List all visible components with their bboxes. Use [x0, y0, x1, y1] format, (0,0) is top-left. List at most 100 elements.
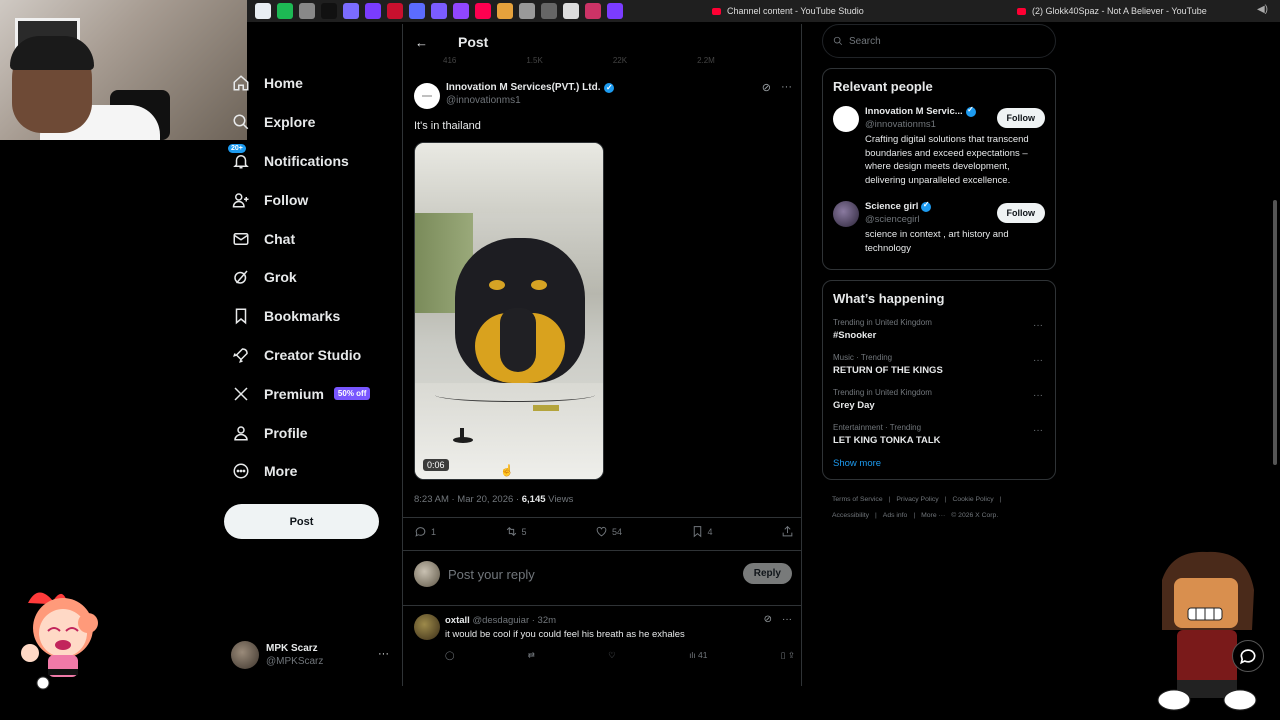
more-icon[interactable]: ··· — [1033, 425, 1043, 436]
reply-submit-button[interactable]: Reply — [742, 563, 792, 584]
post-author[interactable]: Innovation M Services(PVT.) Ltd. — [446, 81, 615, 94]
trend-item[interactable]: Entertainment · Trending LET KING TONKA … — [833, 423, 1045, 446]
browser-extension-icon[interactable] — [563, 3, 579, 19]
post-timestamp[interactable]: 8:23 AM · Mar 20, 2026 · — [414, 494, 522, 505]
sidebar-item-premium[interactable]: Premium 50% off — [224, 374, 394, 413]
repost-button[interactable]: 5 — [505, 525, 527, 538]
volume-icon[interactable]: ◀) — [1257, 4, 1268, 15]
faded-count: 2.2M — [697, 56, 715, 65]
browser-extension-icon[interactable] — [431, 3, 447, 19]
bookmark-share-icons[interactable]: ▯ ⇪ — [781, 650, 795, 661]
trend-item[interactable]: Trending in United Kingdom Grey Day ··· — [833, 388, 1045, 411]
copyright: © 2026 X Corp. — [951, 512, 999, 519]
show-more-link[interactable]: Show more — [833, 458, 1045, 469]
sidebar-item-label: Chat — [264, 230, 296, 247]
more-icon[interactable]: ··· — [378, 648, 389, 660]
person-suggestion[interactable]: Innovation M Servic... @innovationms1 Cr… — [833, 105, 1045, 187]
more-icon[interactable]: ··· — [1033, 320, 1043, 331]
footer-link[interactable]: Privacy Policy — [896, 496, 938, 503]
share-button[interactable] — [781, 525, 794, 538]
browser-extension-icon[interactable] — [343, 3, 359, 19]
sidebar-item-grok[interactable]: Grok — [224, 258, 394, 297]
browser-extension-icon[interactable] — [277, 3, 293, 19]
browser-extension-icon[interactable] — [321, 3, 337, 19]
back-arrow-icon[interactable]: ← — [415, 35, 428, 50]
video-player[interactable]: 0:06 ☝ — [414, 142, 604, 480]
chat-bubble-icon[interactable] — [1232, 640, 1264, 672]
browser-extension-icon[interactable] — [607, 3, 623, 19]
faded-previous-stats: 416 1.5K 22K 2.2M — [443, 56, 791, 65]
browser-extension-icon[interactable] — [365, 3, 381, 19]
follow-button[interactable]: Follow — [996, 203, 1045, 223]
like-button[interactable]: 54 — [595, 525, 622, 538]
more-icon[interactable]: ··· — [781, 81, 792, 94]
account-switcher[interactable]: MPK Scarz @MPKScarz ··· — [231, 640, 391, 670]
trend-item[interactable]: Trending in United Kingdom #Snooker ··· — [833, 318, 1045, 341]
footer-link[interactable]: More ··· — [921, 512, 945, 519]
browser-tab-youtube-studio[interactable]: Channel content - YouTube Studio — [712, 0, 864, 22]
sidebar-item-bookmarks[interactable]: Bookmarks — [224, 297, 394, 336]
sidebar-item-chat[interactable]: Chat — [224, 219, 394, 258]
search-input[interactable]: Search — [822, 24, 1056, 58]
browser-extension-icon[interactable] — [497, 3, 513, 19]
browser-extension-icon[interactable] — [541, 3, 557, 19]
browser-extension-icon[interactable] — [299, 3, 315, 19]
sidebar-item-profile[interactable]: Profile — [224, 413, 394, 452]
grok-icon[interactable]: ⊘ — [764, 614, 772, 625]
browser-tab-youtube-video[interactable]: (2) Glokk40Spaz - Not A Believer - YouTu… — [1017, 0, 1207, 22]
grok-icon[interactable]: ⊘ — [762, 81, 771, 94]
add-user-icon — [232, 191, 250, 209]
footer-link[interactable]: Ads info — [883, 512, 908, 519]
browser-extension-icon[interactable] — [409, 3, 425, 19]
more-icon[interactable]: ··· — [782, 614, 792, 625]
sidebar-item-notifications[interactable]: 20+ Notifications — [224, 142, 394, 181]
views-button[interactable]: ılı 41 — [689, 650, 707, 661]
post-button[interactable]: Post — [224, 504, 379, 539]
sidebar-item-more[interactable]: More — [224, 452, 394, 491]
reply-handle-time: @desdaguiar · 32m — [469, 615, 557, 626]
reply-author[interactable]: oxtall — [445, 615, 470, 626]
reply-icon[interactable]: ◯ — [445, 650, 455, 661]
browser-extension-icon[interactable] — [519, 3, 535, 19]
more-icon[interactable]: ··· — [1033, 390, 1043, 401]
main-column: ← Post 416 1.5K 22K 2.2M Innovation M Se… — [402, 24, 802, 686]
browser-extension-icon[interactable] — [387, 3, 403, 19]
youtube-icon — [712, 7, 721, 15]
repost-icon[interactable]: ⇄ — [528, 650, 535, 661]
sidebar-item-label: Creator Studio — [264, 346, 362, 363]
person-suggestion[interactable]: Science girl @sciencegirl science in con… — [833, 200, 1045, 255]
sidebar-item-follow[interactable]: Follow — [224, 180, 394, 219]
follow-button[interactable]: Follow — [996, 108, 1045, 128]
browser-extension-icon[interactable] — [585, 3, 601, 19]
footer-link[interactable]: Cookie Policy — [952, 496, 993, 503]
footer-link[interactable]: Terms of Service — [832, 496, 883, 503]
footer-link[interactable]: Accessibility — [832, 512, 869, 519]
avatar[interactable] — [414, 83, 440, 109]
like-count: 54 — [612, 526, 623, 537]
more-icon[interactable]: ··· — [1033, 355, 1043, 366]
browser-extension-icon[interactable] — [255, 3, 271, 19]
bookmark-button[interactable]: 4 — [691, 525, 713, 538]
sidebar-item-explore[interactable]: Explore — [224, 103, 394, 142]
trend-category: Entertainment · Trending — [833, 423, 922, 432]
author-handle[interactable]: @innovationms1 — [446, 94, 614, 107]
sidebar-item-creator-studio[interactable]: Creator Studio — [224, 336, 394, 375]
browser-extension-icon[interactable] — [475, 3, 491, 19]
reply-input[interactable]: Post your reply — [448, 567, 535, 582]
extension-icons — [247, 3, 623, 19]
sidebar-item-home[interactable]: Home — [224, 64, 394, 103]
page-title: Post — [458, 34, 489, 50]
heart-icon[interactable]: ♡ — [608, 650, 616, 661]
sidebar-nav: Home Explore 20+ Notifications Follow Ch… — [224, 64, 394, 491]
scrollbar[interactable] — [1273, 200, 1277, 465]
sidebar-item-label: Explore — [264, 114, 316, 131]
sidebar-item-label: Notifications — [264, 152, 349, 169]
trend-name: Grey Day — [833, 400, 875, 411]
reply-button[interactable]: 1 — [414, 525, 436, 538]
browser-tab-title: (2) Glokk40Spaz - Not A Believer - YouTu… — [1032, 6, 1207, 16]
trend-item[interactable]: Music · Trending RETURN OF THE KINGS ··· — [833, 353, 1045, 376]
avatar — [833, 106, 859, 132]
bookmark-icon — [232, 307, 250, 325]
browser-extension-icon[interactable] — [453, 3, 469, 19]
avatar[interactable] — [414, 614, 440, 640]
